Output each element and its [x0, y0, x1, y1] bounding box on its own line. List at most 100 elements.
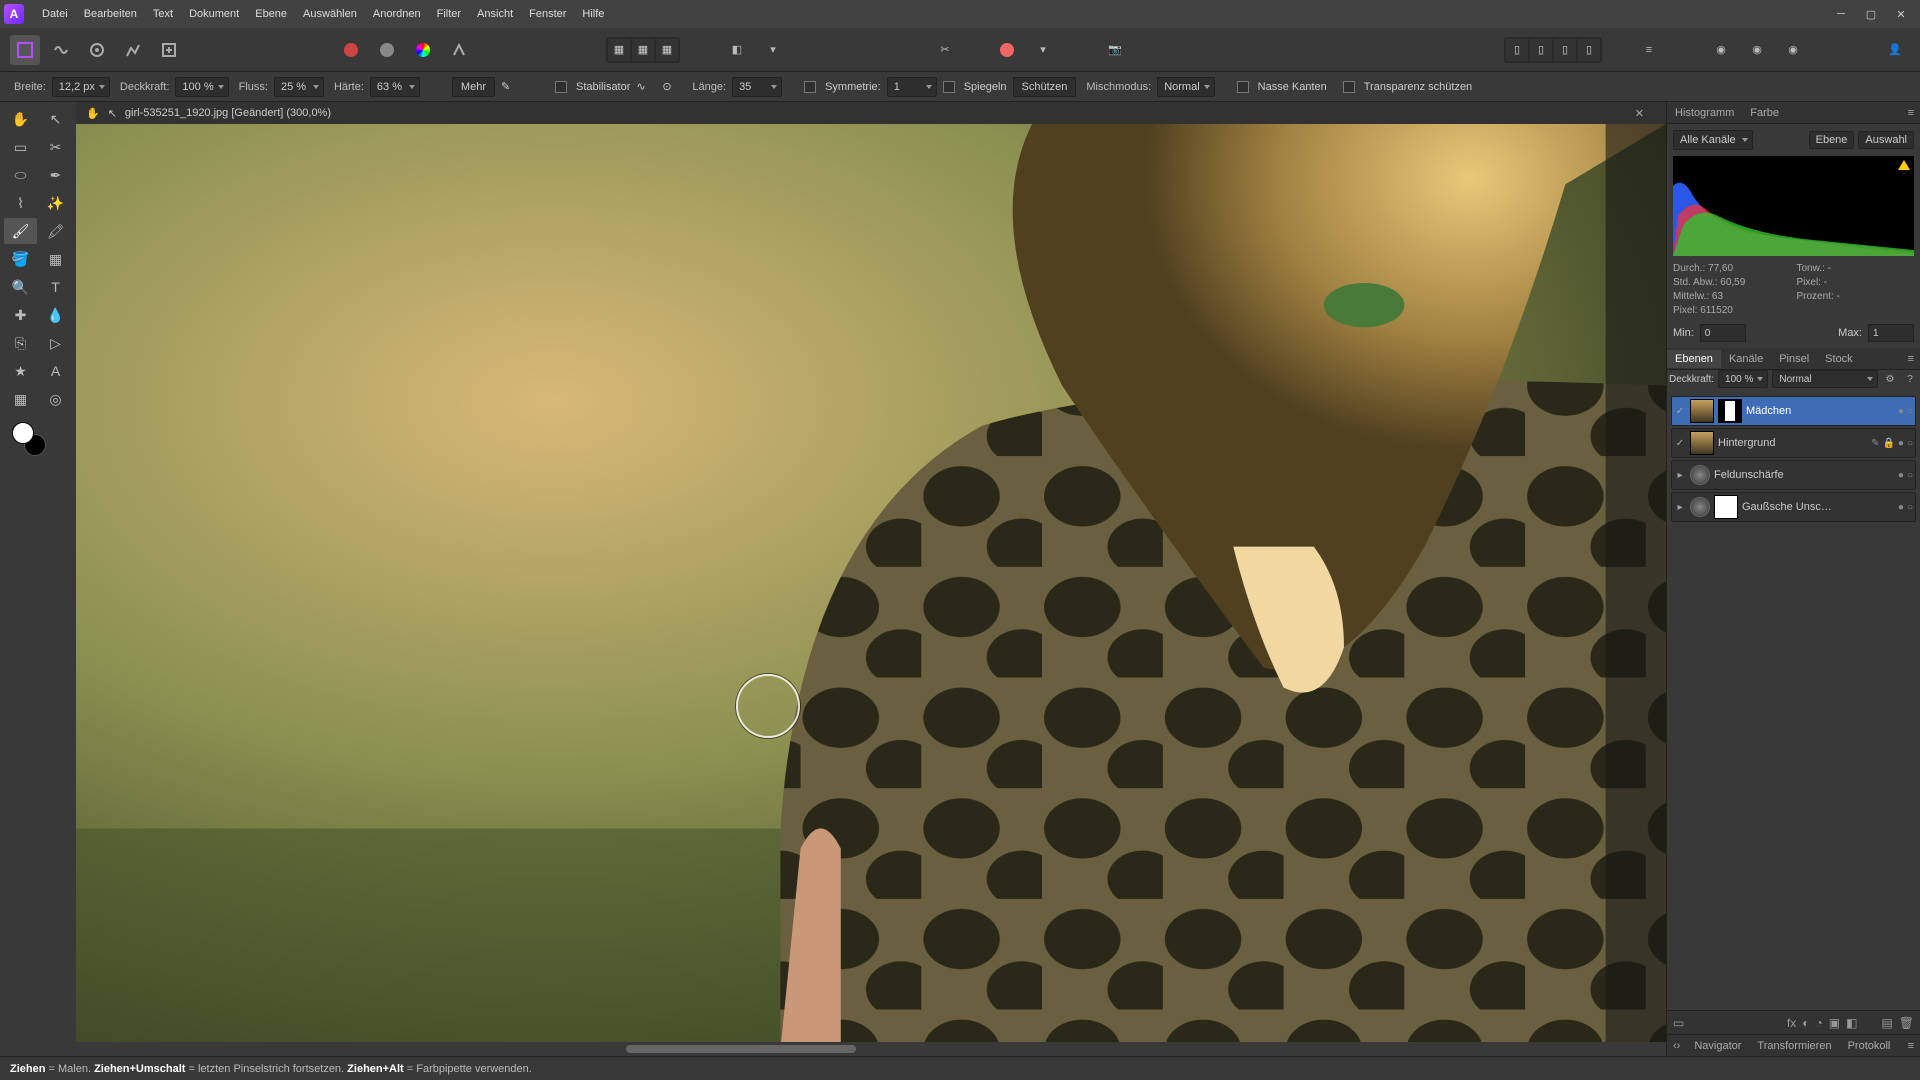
- layer-row[interactable]: ▸ Gaußsche Unsc… ●○: [1671, 492, 1916, 522]
- persona-liquify-icon[interactable]: [46, 35, 76, 65]
- tab-pinsel[interactable]: Pinsel: [1771, 350, 1817, 368]
- menu-bearbeiten[interactable]: Bearbeiten: [76, 4, 145, 24]
- deckkraft-combo[interactable]: 100 %: [175, 77, 228, 97]
- clone-tool-icon[interactable]: ⎘: [4, 330, 37, 356]
- chevron-down-icon[interactable]: ▾: [1028, 35, 1058, 65]
- tab-kanaele[interactable]: Kanäle: [1721, 350, 1771, 368]
- layer-dot-icon[interactable]: ●: [1898, 470, 1904, 481]
- shape-tool-icon[interactable]: ★: [4, 358, 37, 384]
- align-left-icon[interactable]: ▯: [1506, 39, 1528, 61]
- fluss-combo[interactable]: 25 %: [274, 77, 324, 97]
- layer-row[interactable]: ✓ Mädchen ●○: [1671, 396, 1916, 426]
- rope-icon[interactable]: ∿: [636, 80, 656, 93]
- insert-top-icon[interactable]: ◉: [1778, 35, 1808, 65]
- min-input[interactable]: [1700, 324, 1746, 342]
- schuetzen-button[interactable]: Schützen: [1013, 77, 1077, 97]
- symmetrie-check[interactable]: [804, 81, 816, 93]
- align-justify-icon[interactable]: ▯: [1578, 39, 1600, 61]
- crop-icon[interactable]: ✂: [930, 35, 960, 65]
- move-tool-icon[interactable]: ↖: [39, 106, 72, 132]
- symmetrie-combo[interactable]: 1: [887, 77, 937, 97]
- lasso-tool-icon[interactable]: ⌇: [4, 190, 37, 216]
- ebene-button[interactable]: Ebene: [1809, 131, 1855, 149]
- menu-ebene[interactable]: Ebene: [247, 4, 295, 24]
- canvas[interactable]: [76, 124, 1666, 1042]
- adjust-icon[interactable]: ◐: [1802, 1016, 1809, 1030]
- layer-circle-icon[interactable]: ○: [1907, 502, 1913, 513]
- menu-hilfe[interactable]: Hilfe: [574, 4, 612, 24]
- live-icon[interactable]: ◔: [1815, 1016, 1822, 1030]
- channel-combo[interactable]: Alle Kanäle: [1673, 130, 1753, 150]
- layer-circle-icon[interactable]: ○: [1907, 470, 1913, 481]
- view-tool-icon[interactable]: ▭: [4, 134, 37, 160]
- mischmodus-combo[interactable]: Normal: [1157, 77, 1214, 97]
- laenge-combo[interactable]: 35: [732, 77, 782, 97]
- pen-tool-icon[interactable]: ✒: [39, 162, 72, 188]
- magic-wand-icon[interactable]: ✨: [39, 190, 72, 216]
- color-replace-icon[interactable]: 🖍: [39, 218, 72, 244]
- lock-icon[interactable]: 🔒: [1882, 438, 1894, 449]
- layer-name[interactable]: Mädchen: [1746, 405, 1894, 417]
- hand-tool-icon[interactable]: ✋: [4, 106, 37, 132]
- gradient-tool-icon[interactable]: ▦: [39, 246, 72, 272]
- transparenz-check[interactable]: [1343, 81, 1355, 93]
- auswahl-button[interactable]: Auswahl: [1858, 131, 1914, 149]
- selection-add-icon[interactable]: ▦: [632, 39, 654, 61]
- mask-icon[interactable]: ▭: [1673, 1016, 1684, 1030]
- picker-tool-icon[interactable]: ◎: [39, 386, 72, 412]
- horizontal-scrollbar[interactable]: [76, 1042, 1666, 1056]
- blur-tool-icon[interactable]: 💧: [39, 302, 72, 328]
- menu-text[interactable]: Text: [145, 4, 181, 24]
- haerte-combo[interactable]: 63 %: [370, 77, 420, 97]
- layer-row[interactable]: ✓ Hintergrund ✎🔒●○: [1671, 428, 1916, 458]
- close-tab-icon[interactable]: ✕: [1629, 107, 1650, 120]
- max-input[interactable]: [1868, 324, 1914, 342]
- color-wheel-icon[interactable]: [408, 35, 438, 65]
- menu-auswaehlen[interactable]: Auswählen: [295, 4, 365, 24]
- spiegeln-check[interactable]: [943, 81, 955, 93]
- mesh-tool-icon[interactable]: ▦: [4, 386, 37, 412]
- window-close-icon[interactable]: ✕: [1886, 4, 1916, 24]
- color-swatch[interactable]: [4, 420, 72, 460]
- color-red-icon[interactable]: [336, 35, 366, 65]
- delete-layer-icon[interactable]: 🗑: [1899, 1016, 1914, 1030]
- layer-expand-icon[interactable]: ▸: [1674, 470, 1686, 481]
- window-maximize-icon[interactable]: ▢: [1856, 4, 1886, 24]
- frame-text-icon[interactable]: A: [39, 358, 72, 384]
- tab-navigator[interactable]: Navigator: [1686, 1037, 1749, 1055]
- persona-photo-icon[interactable]: [10, 35, 40, 65]
- layer-circle-icon[interactable]: ○: [1907, 406, 1913, 417]
- foreground-color-icon[interactable]: [12, 422, 34, 444]
- menu-fenster[interactable]: Fenster: [521, 4, 574, 24]
- menu-datei[interactable]: Datei: [34, 4, 76, 24]
- arrange-icon[interactable]: ≡: [1634, 35, 1664, 65]
- tab-protokoll[interactable]: Protokoll: [1840, 1037, 1899, 1055]
- fill-tool-icon[interactable]: 🪣: [4, 246, 37, 272]
- layer-blend-combo[interactable]: Normal: [1772, 370, 1878, 388]
- selection-brush-icon[interactable]: ⬭: [4, 162, 37, 188]
- hand-icon[interactable]: ✋: [86, 107, 100, 120]
- window-minimize-icon[interactable]: ─: [1826, 4, 1856, 24]
- insert-inside-icon[interactable]: ◉: [1742, 35, 1772, 65]
- persona-develop-icon[interactable]: [82, 35, 112, 65]
- fx-icon[interactable]: fx: [1787, 1016, 1796, 1030]
- arrow-icon[interactable]: ↖: [108, 107, 117, 120]
- heal-tool-icon[interactable]: ✚: [4, 302, 37, 328]
- edit-icon[interactable]: ✎: [1871, 438, 1879, 449]
- insert-behind-icon[interactable]: ◉: [1706, 35, 1736, 65]
- layer-mask-thumb[interactable]: [1714, 495, 1738, 519]
- selection-sub-icon[interactable]: ▦: [656, 39, 678, 61]
- layer-name[interactable]: Feldunschärfe: [1714, 469, 1894, 481]
- layer-expand-icon[interactable]: ▸: [1674, 502, 1686, 513]
- menu-anordnen[interactable]: Anordnen: [365, 4, 429, 24]
- tab-transformieren[interactable]: Transformieren: [1749, 1037, 1839, 1055]
- crop-tool-icon[interactable]: ✂: [39, 134, 72, 160]
- menu-dokument[interactable]: Dokument: [181, 4, 247, 24]
- breite-combo[interactable]: 12,2 px: [52, 77, 110, 97]
- layer-dot-icon[interactable]: ●: [1898, 438, 1904, 449]
- align-center-icon[interactable]: ▯: [1530, 39, 1552, 61]
- pressure-icon[interactable]: ✎: [501, 80, 523, 93]
- layer-visible-icon[interactable]: ✓: [1674, 406, 1686, 417]
- panel-menu-icon[interactable]: ≡: [1902, 1040, 1920, 1052]
- menu-ansicht[interactable]: Ansicht: [469, 4, 521, 24]
